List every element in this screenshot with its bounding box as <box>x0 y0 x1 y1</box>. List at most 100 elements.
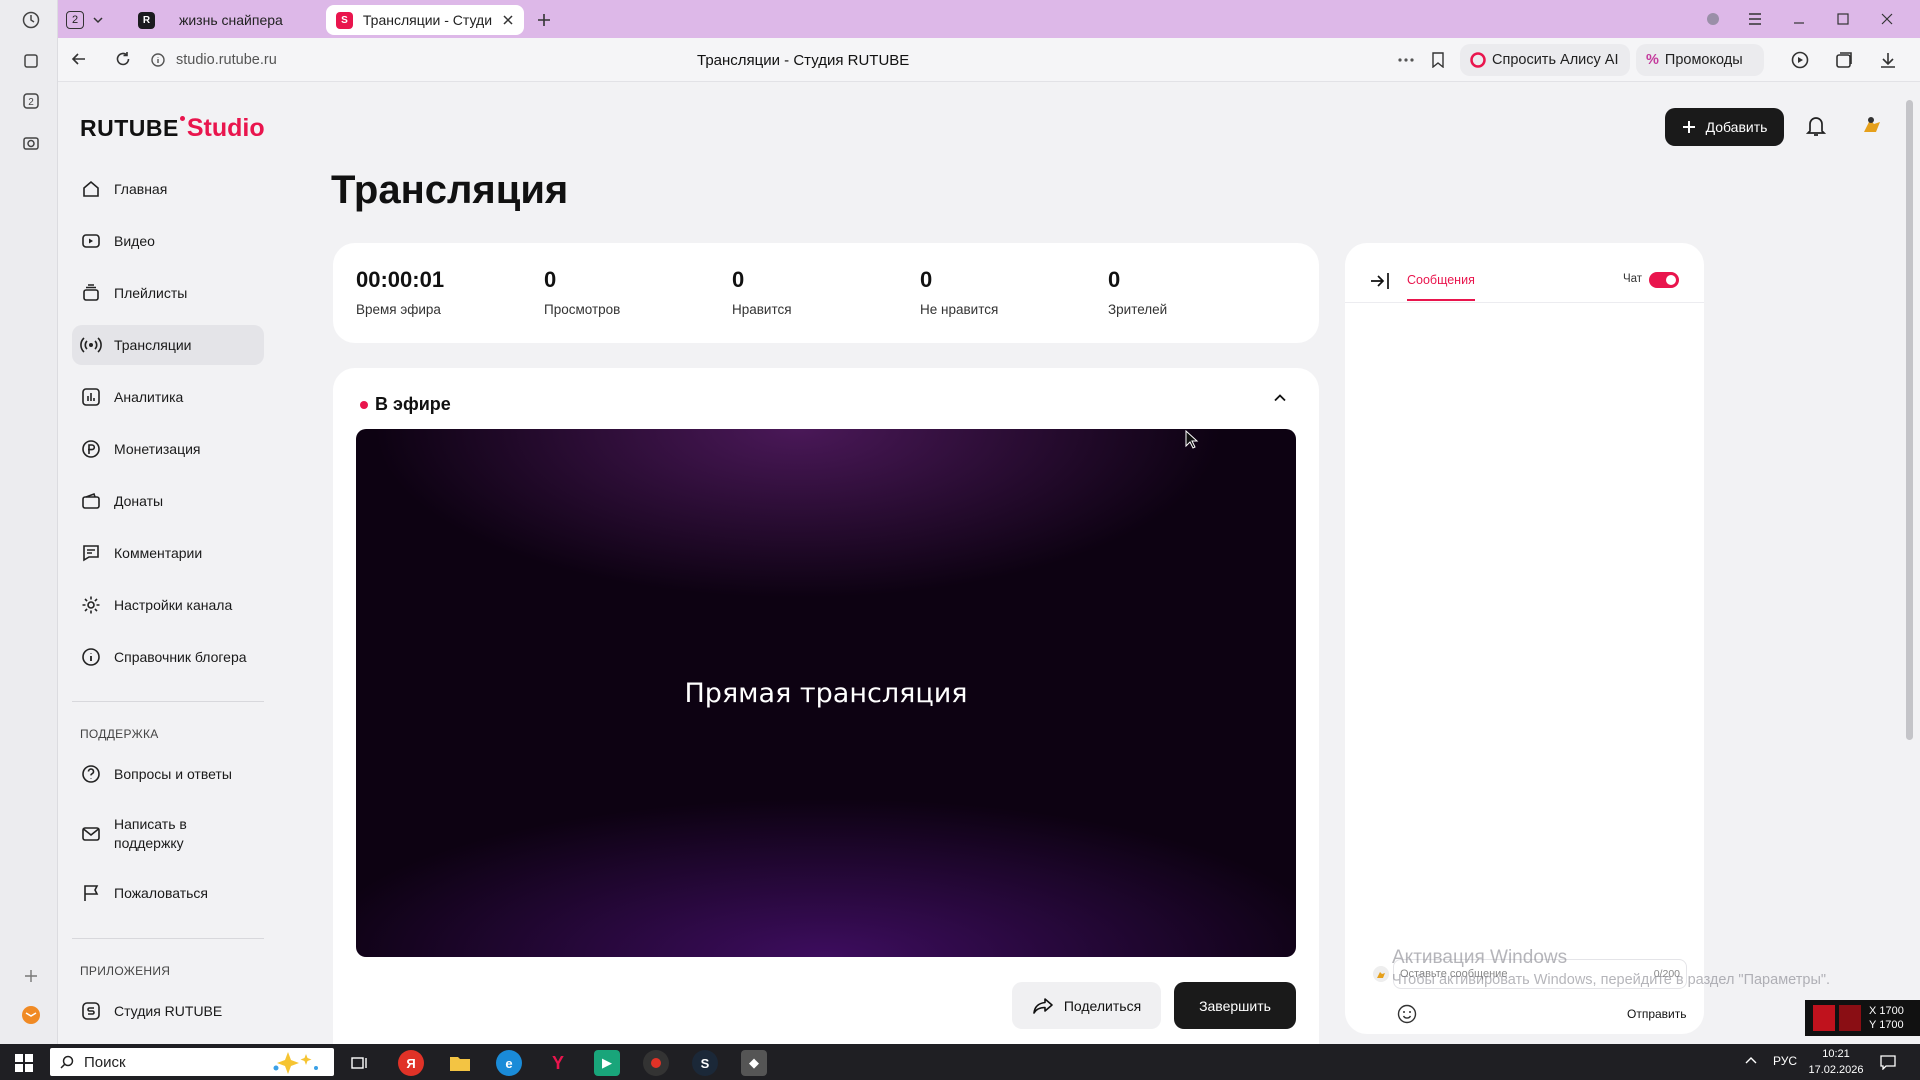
bell-icon[interactable] <box>1806 115 1826 137</box>
sidebar-item-report[interactable]: Пожаловаться <box>72 873 264 913</box>
profile-icon[interactable] <box>1702 8 1724 30</box>
overlay-widget: X 1700 Y 1700 <box>1805 1000 1920 1036</box>
sidebar-item-home[interactable]: Главная <box>72 169 264 209</box>
minimize-icon[interactable] <box>1788 8 1810 30</box>
notifications-icon[interactable] <box>1880 1054 1896 1070</box>
yandex-browser-icon[interactable]: Я <box>398 1050 424 1076</box>
windows-start-icon[interactable] <box>11 1050 37 1076</box>
new-tab-button[interactable] <box>530 5 560 35</box>
tab-count-button[interactable]: 2 <box>60 5 118 35</box>
game-app-icon[interactable] <box>643 1050 669 1076</box>
monetization-icon <box>80 438 102 460</box>
screenshot-icon[interactable] <box>19 131 43 155</box>
sidebar-item-broadcasts[interactable]: Трансляции <box>72 325 264 365</box>
chat-message-input[interactable]: Оставьте сообщение 0/200 <box>1393 959 1687 989</box>
rutube-favicon: R <box>138 11 155 29</box>
logo-dot <box>179 116 185 121</box>
sidebar-item-video[interactable]: Видео <box>72 221 264 261</box>
chat-avatar <box>1373 966 1389 982</box>
sidebar-item-channel-settings[interactable]: Настройки канала <box>72 585 264 625</box>
sidebar-item-donations[interactable]: Донаты <box>72 481 264 521</box>
download-icon[interactable] <box>1878 50 1898 70</box>
chat-toggle-label: Чат <box>1623 273 1643 285</box>
sidebar-item-analytics[interactable]: Аналитика <box>72 377 264 417</box>
taskbar-search[interactable]: Поиск <box>50 1048 334 1076</box>
logo-main: RUTUBE <box>80 115 179 141</box>
taskbar-search-placeholder: Поиск <box>84 1053 126 1071</box>
live-status-label: В эфире <box>375 394 451 414</box>
workspace-icon[interactable]: 2 <box>19 89 43 113</box>
sidebar-item-faq[interactable]: Вопросы и ответы <box>72 754 264 794</box>
emoji-icon[interactable] <box>1397 1004 1417 1024</box>
clock-date: 17.02.2026 <box>1808 1064 1864 1076</box>
browser-tab-1[interactable]: R жизнь снайпера <box>128 5 318 35</box>
live-player[interactable]: Прямая трансляция <box>356 429 1296 957</box>
plus-icon <box>537 13 551 27</box>
sidebar-item-studio-app[interactable]: Студия RUTUBE <box>72 991 264 1031</box>
edge-icon[interactable]: e <box>496 1050 522 1076</box>
maximize-icon[interactable] <box>1832 8 1854 30</box>
sidebar-item-blogger-guide[interactable]: Справочник блогера <box>72 637 264 677</box>
stat-value: 0 <box>1108 267 1121 292</box>
avatar[interactable] <box>1856 110 1886 140</box>
task-view-icon[interactable] <box>347 1050 373 1076</box>
close-icon[interactable] <box>502 14 514 26</box>
mail-icon <box>80 823 102 845</box>
percent-icon: % <box>1646 52 1659 68</box>
live-status: В эфире <box>360 394 451 415</box>
share-button[interactable]: Поделиться <box>1012 982 1161 1029</box>
tray-chevron-icon[interactable] <box>1744 1054 1758 1068</box>
ask-alice-button[interactable]: Спросить Алису AI <box>1460 44 1630 76</box>
more-icon[interactable] <box>1398 58 1414 62</box>
sidebar-item-label: Справочник блогера <box>114 649 247 665</box>
taskbar-clock[interactable]: 10:21 17.02.2026 <box>1808 1046 1864 1078</box>
add-panel-icon[interactable] <box>19 964 43 988</box>
finish-button[interactable]: Завершить <box>1174 982 1296 1029</box>
yandex-icon[interactable]: Y <box>545 1050 571 1076</box>
file-explorer-icon[interactable] <box>447 1050 473 1076</box>
sidebar-item-monetization[interactable]: Монетизация <box>72 429 264 469</box>
language-indicator[interactable]: РУС <box>1773 1054 1797 1068</box>
address-field[interactable]: studio.rutube.ru Трансляции - Студия RUT… <box>150 44 1450 76</box>
flag-icon <box>80 882 102 904</box>
scrollbar-thumb[interactable] <box>1906 100 1913 740</box>
game-launcher-icon[interactable]: ◆ <box>741 1050 767 1076</box>
browser-tab-2[interactable]: S Трансляции - Студия R <box>326 5 524 35</box>
add-button[interactable]: Добавить <box>1665 108 1784 146</box>
rutube-studio-logo[interactable]: RUTUBE Studio <box>80 114 265 143</box>
page-scrollbar[interactable] <box>1900 82 1920 1044</box>
char-counter: 0/200 <box>1653 968 1680 980</box>
home-icon <box>80 178 102 200</box>
collections-icon[interactable] <box>1834 50 1854 70</box>
chat-toggle[interactable] <box>1649 272 1679 288</box>
ask-alice-label: Спросить Алису AI <box>1492 52 1619 68</box>
mail-app-icon[interactable] <box>19 1003 43 1027</box>
pycharm-icon[interactable]: ▶ <box>594 1050 620 1076</box>
tabs-panel-icon[interactable] <box>19 49 43 73</box>
history-icon[interactable] <box>19 8 43 32</box>
collapse-chevron-icon[interactable] <box>1272 390 1288 406</box>
tab-title: жизнь снайпера <box>179 12 283 28</box>
stat-likes: 0 Нравится <box>732 267 792 317</box>
back-icon[interactable] <box>70 50 88 68</box>
tab-messages[interactable]: Сообщения <box>1407 273 1475 301</box>
site-info-icon[interactable] <box>150 52 166 68</box>
sidebar-item-label: Настройки канала <box>114 597 233 613</box>
info-icon <box>80 646 102 668</box>
stat-viewers: 0 Зрителей <box>1108 267 1167 317</box>
menu-icon[interactable] <box>1744 8 1766 30</box>
promo-codes-button[interactable]: % Промокоды <box>1636 44 1764 76</box>
window-close-icon[interactable] <box>1876 8 1898 30</box>
live-dot <box>360 400 368 409</box>
sidebar-item-comments[interactable]: Комментарии <box>72 533 264 573</box>
video-icon-toolbar[interactable] <box>1790 50 1810 70</box>
sidebar-item-write-support[interactable]: Написать в поддержку <box>72 812 264 856</box>
sidebar-item-label: Видео <box>114 233 155 249</box>
bookmark-icon[interactable] <box>1431 52 1445 68</box>
send-button[interactable]: Отправить <box>1627 1007 1687 1021</box>
stat-airtime: 00:00:01 Время эфира <box>356 267 444 317</box>
reload-icon[interactable] <box>114 50 132 68</box>
sidebar-item-playlists[interactable]: Плейлисты <box>72 273 264 313</box>
collapse-panel-icon[interactable] <box>1369 271 1391 291</box>
steam-icon[interactable]: S <box>692 1050 718 1076</box>
